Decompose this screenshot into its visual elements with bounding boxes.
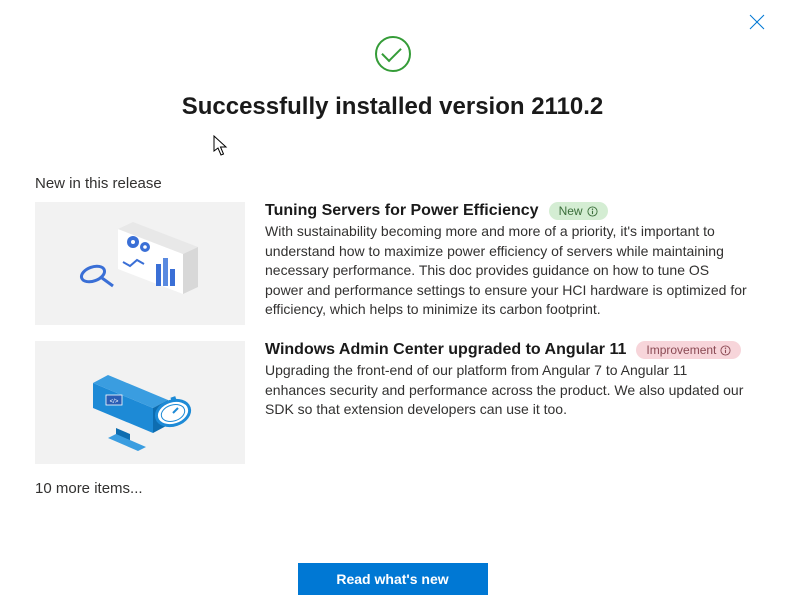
cursor-icon [213, 135, 231, 162]
close-button[interactable] [749, 14, 769, 34]
release-item-description: With sustainability becoming more and mo… [265, 222, 750, 320]
header: Successfully installed version 2110.2 [0, 0, 785, 121]
page-title: Successfully installed version 2110.2 [0, 93, 785, 121]
close-icon [749, 14, 765, 30]
footer: Read what's new [0, 563, 785, 595]
release-item-body: Windows Admin Center upgraded to Angular… [265, 341, 750, 464]
section-label: New in this release [0, 175, 785, 192]
release-item-thumbnail: </> [35, 341, 245, 464]
server-efficiency-illustration [68, 214, 213, 314]
badge-label: New [559, 204, 583, 218]
release-item-body: Tuning Servers for Power Efficiency New … [265, 202, 750, 325]
release-item: </> Windows Admin Center upgraded to Ang… [35, 341, 750, 464]
release-item-title-row: Tuning Servers for Power Efficiency New [265, 202, 750, 220]
badge-label: Improvement [646, 343, 716, 357]
release-item-title: Windows Admin Center upgraded to Angular… [265, 341, 626, 359]
read-whats-new-button[interactable]: Read what's new [298, 563, 488, 595]
release-item-thumbnail [35, 202, 245, 325]
success-check-icon [375, 36, 411, 72]
badge-improvement: Improvement [636, 341, 741, 359]
release-item-title-row: Windows Admin Center upgraded to Angular… [265, 341, 750, 359]
info-icon [587, 206, 598, 217]
release-items: Tuning Servers for Power Efficiency New … [0, 192, 785, 464]
info-icon [720, 345, 731, 356]
badge-new: New [549, 202, 608, 220]
svg-text:</>: </> [109, 399, 118, 405]
release-item-description: Upgrading the front-end of our platform … [265, 361, 750, 420]
release-item: Tuning Servers for Power Efficiency New … [35, 202, 750, 325]
release-item-title: Tuning Servers for Power Efficiency [265, 202, 539, 220]
more-items-link[interactable]: 10 more items... [0, 480, 785, 497]
angular-upgrade-illustration: </> [68, 353, 213, 453]
